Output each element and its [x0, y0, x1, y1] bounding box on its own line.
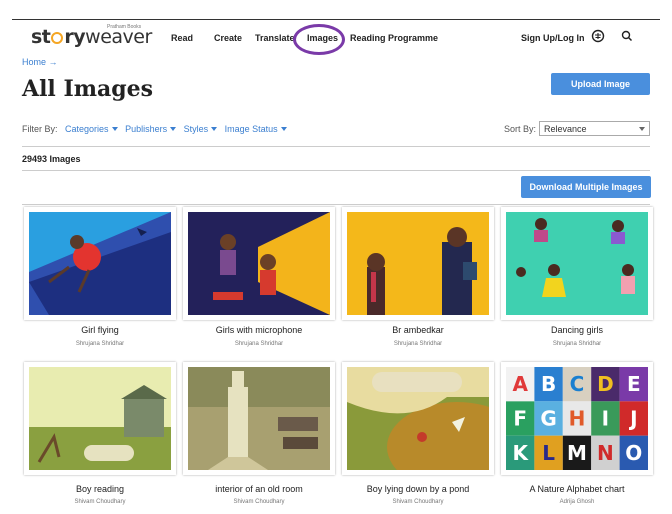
alphabet-letter: L: [542, 441, 555, 465]
filter-image-status-label: Image Status: [224, 124, 278, 134]
chevron-down-icon: [111, 127, 118, 131]
nav-translate[interactable]: Translate: [255, 33, 295, 43]
nav-reading-programme[interactable]: Reading Programme: [350, 33, 438, 43]
image-thumbnail[interactable]: [183, 362, 335, 475]
image-title[interactable]: Boy lying down by a pond: [342, 484, 494, 494]
filter-bar: Filter By: Categories Publishers Styles …: [22, 124, 287, 134]
highlight-circle: [293, 24, 345, 55]
upload-image-button[interactable]: Upload Image: [551, 73, 650, 95]
chevron-down-icon: [639, 127, 645, 131]
girls-microphone-illustration: [188, 212, 330, 315]
filter-image-status[interactable]: Image Status: [225, 124, 287, 134]
alphabet-grid: A B C D E F G H I J K L M N O: [506, 367, 648, 470]
ambedkar-illustration: [347, 212, 489, 315]
page-title: All Images: [22, 76, 154, 102]
image-thumbnail[interactable]: ABCDE FGHIJ KLMNO: [501, 362, 653, 475]
old-room-illustration: [188, 367, 330, 470]
image-thumbnail[interactable]: [24, 207, 176, 320]
divider: [22, 146, 650, 147]
sort-value: Relevance: [544, 124, 587, 134]
image-author[interactable]: Shivam Choudhary: [24, 499, 176, 505]
chevron-down-icon: [211, 127, 218, 131]
alphabet-letter: C: [570, 372, 585, 396]
alphabet-letter: M: [567, 441, 587, 465]
nav-create[interactable]: Create: [214, 33, 242, 43]
image-author[interactable]: Shrujana Shridhar: [183, 341, 335, 347]
nav-read[interactable]: Read: [171, 33, 193, 43]
filter-label: Filter By:: [22, 124, 58, 134]
chevron-down-icon: [280, 127, 287, 131]
filter-publishers[interactable]: Publishers: [125, 124, 177, 134]
image-title[interactable]: Girl flying: [24, 325, 176, 335]
sort-select[interactable]: Relevance: [539, 121, 650, 136]
alphabet-letter: A: [512, 372, 528, 396]
alphabet-letter: J: [628, 407, 637, 431]
filter-categories[interactable]: Categories: [65, 124, 118, 134]
divider: [22, 170, 650, 171]
boy-by-pond-illustration: [347, 367, 489, 470]
alphabet-letter: D: [597, 372, 614, 396]
image-thumbnail[interactable]: [342, 362, 494, 475]
image-author[interactable]: Shrujana Shridhar: [24, 341, 176, 347]
divider: [22, 204, 650, 205]
alphabet-letter: O: [625, 441, 642, 465]
sort-label: Sort By:: [504, 124, 537, 134]
image-author[interactable]: Shrujana Shridhar: [342, 341, 494, 347]
alphabet-letter: G: [540, 407, 556, 431]
image-thumbnail[interactable]: [342, 207, 494, 320]
image-count: 29493 Images: [22, 154, 81, 164]
image-author[interactable]: Shrujana Shridhar: [501, 341, 653, 347]
image-thumbnail[interactable]: [183, 207, 335, 320]
breadcrumb-home[interactable]: Home →: [22, 57, 58, 67]
image-title[interactable]: Girls with microphone: [183, 325, 335, 335]
filter-publishers-label: Publishers: [125, 124, 168, 134]
image-title[interactable]: A Nature Alphabet chart: [501, 484, 653, 494]
image-title[interactable]: Dancing girls: [501, 325, 653, 335]
image-thumbnail[interactable]: [24, 362, 176, 475]
logo-tagline: Pratham Books: [107, 24, 142, 30]
alphabet-letter: F: [513, 407, 527, 431]
alphabet-letter: N: [597, 441, 614, 465]
filter-styles-label: Styles: [183, 124, 209, 134]
filter-categories-label: Categories: [65, 124, 109, 134]
dancing-girls-illustration: [506, 212, 648, 315]
alphabet-letter: I: [602, 407, 609, 431]
image-author[interactable]: Shivam Choudhary: [183, 499, 335, 505]
chevron-down-icon: [170, 127, 177, 131]
signup-login-link[interactable]: Sign Up/Log In: [521, 33, 585, 43]
girl-flying-illustration: [29, 212, 171, 315]
image-title[interactable]: Boy reading: [24, 484, 176, 494]
language-icon[interactable]: [591, 29, 605, 43]
image-author[interactable]: Adrija Ghosh: [501, 499, 653, 505]
site-header: st ryweaver Pratham Books Read Create Tra…: [0, 20, 672, 56]
alphabet-letter: K: [512, 441, 529, 465]
image-thumbnail[interactable]: [501, 207, 653, 320]
boy-reading-illustration: [29, 367, 171, 470]
alphabet-letter: E: [627, 372, 641, 396]
image-title[interactable]: interior of an old room: [183, 484, 335, 494]
image-title[interactable]: Br ambedkar: [342, 325, 494, 335]
download-multiple-images-button[interactable]: Download Multiple Images: [521, 176, 651, 198]
search-icon[interactable]: [620, 29, 634, 43]
filter-styles[interactable]: Styles: [184, 124, 218, 134]
alphabet-chart-illustration: A B C D E F G H I J K L M N O: [506, 367, 648, 470]
alphabet-letter: H: [569, 407, 586, 431]
image-author[interactable]: Shivam Choudhary: [342, 499, 494, 505]
alphabet-letter: B: [541, 372, 556, 396]
